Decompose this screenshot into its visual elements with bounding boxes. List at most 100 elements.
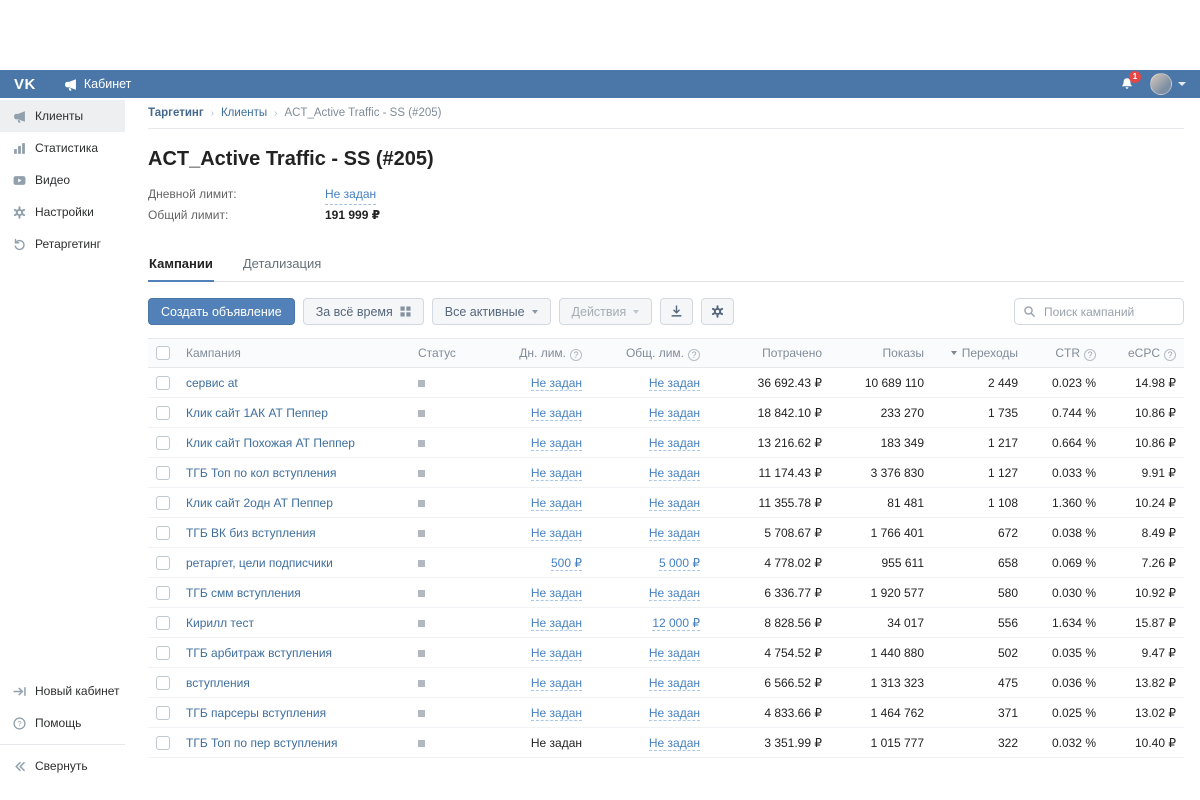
select-all-checkbox[interactable] — [156, 346, 170, 361]
total-limit-link[interactable]: Не задан — [648, 585, 700, 601]
row-select-cell — [148, 667, 178, 698]
column-header-impressions[interactable]: Показы — [830, 338, 932, 368]
ecpc-cell: 10.40 ₽ — [1104, 727, 1184, 758]
breadcrumb-item[interactable]: Таргетинг — [148, 107, 204, 119]
cabinet-nav[interactable]: Кабинет — [64, 77, 131, 91]
limit-value[interactable]: Не задан — [325, 184, 377, 205]
tab-details[interactable]: Детализация — [242, 247, 322, 281]
campaign-link[interactable]: ТГБ арбитраж вступления — [186, 646, 332, 660]
daily-limit-link[interactable]: Не задан — [530, 645, 582, 661]
total-limit-cell: Не задан — [590, 397, 708, 428]
campaign-link[interactable]: ТГБ смм вступления — [186, 586, 301, 600]
daily-limit-link[interactable]: Не задан — [530, 585, 582, 601]
campaign-link[interactable]: Клик сайт 1АК АТ Пеппер — [186, 406, 328, 420]
column-header-ctr[interactable]: CTR — [1026, 338, 1104, 368]
column-header-total_limit[interactable]: Общ. лим. — [590, 338, 708, 368]
daily-limit-link[interactable]: Не задан — [530, 675, 582, 691]
row-checkbox[interactable] — [156, 615, 170, 630]
row-checkbox[interactable] — [156, 405, 170, 420]
total-limit-link[interactable]: Не задан — [648, 675, 700, 691]
total-limit-link[interactable]: Не задан — [648, 465, 700, 481]
export-button[interactable] — [660, 298, 694, 325]
actions-dropdown[interactable]: Действия — [558, 298, 653, 325]
sidebar-item-collapse[interactable]: Свернуть — [0, 750, 125, 782]
campaign-link[interactable]: Клик сайт Похожая АТ Пеппер — [186, 436, 355, 450]
sidebar-item-help[interactable]: ? Помощь — [0, 707, 125, 739]
status-filter-dropdown[interactable]: Все активные — [431, 298, 551, 325]
column-header-clicks[interactable]: Переходы — [932, 338, 1026, 368]
row-checkbox[interactable] — [156, 465, 170, 480]
row-checkbox[interactable] — [156, 375, 170, 390]
limit-label: Дневной лимит: — [148, 187, 237, 201]
total-limit-link[interactable]: Не задан — [648, 645, 700, 661]
sort-desc-icon — [950, 351, 957, 355]
row-checkbox[interactable] — [156, 735, 170, 750]
campaign-link[interactable]: ТГБ парсеры вступления — [186, 706, 326, 720]
daily-limit-link[interactable]: Не задан — [530, 375, 582, 391]
sidebar-item-retargeting[interactable]: Ретаргетинг — [0, 228, 125, 260]
daily-limit-link[interactable]: Не задан — [530, 525, 582, 541]
campaign-link[interactable]: ТГБ Топ по пер вступления — [186, 736, 338, 750]
campaign-link[interactable]: ТГБ ВК биз вступления — [186, 526, 316, 540]
daily-limit-cell: Не задан — [490, 397, 590, 428]
total-limit-link[interactable]: 5 000 ₽ — [659, 555, 700, 571]
help-icon[interactable] — [688, 348, 700, 361]
daily-limit-link[interactable]: Не задан — [530, 705, 582, 721]
help-icon[interactable] — [1084, 348, 1096, 361]
total-limit-link[interactable]: Не задан — [648, 525, 700, 541]
help-icon[interactable] — [570, 348, 582, 361]
total-limit-link[interactable]: Не задан — [648, 405, 700, 421]
help-icon[interactable] — [1164, 348, 1176, 361]
sidebar-item-video[interactable]: Видео — [0, 164, 125, 196]
campaign-link[interactable]: ретаргет, цели подписчики — [186, 556, 333, 570]
row-checkbox[interactable] — [156, 555, 170, 570]
total-limit-link[interactable]: Не задан — [648, 435, 700, 451]
campaign-link[interactable]: сервис at — [186, 376, 238, 390]
column-header-status[interactable]: Статус — [410, 338, 490, 368]
sidebar-item-new-cabinet[interactable]: Новый кабинет — [0, 675, 125, 707]
sidebar-item-clients[interactable]: Клиенты — [0, 100, 125, 132]
table-settings-button[interactable] — [701, 298, 735, 325]
total-limit-link[interactable]: Не задан — [648, 735, 700, 751]
breadcrumb-item[interactable]: Клиенты — [221, 107, 267, 119]
double-chevron-left-icon — [13, 760, 26, 773]
profile-menu[interactable] — [1150, 73, 1186, 95]
row-checkbox[interactable] — [156, 675, 170, 690]
create-ad-button[interactable]: Создать объявление — [148, 298, 295, 325]
column-header-ecpc[interactable]: eCPC — [1104, 338, 1184, 368]
vk-logo[interactable]: VK — [14, 76, 36, 93]
total-limit-link[interactable]: Не задан — [648, 375, 700, 391]
campaign-link[interactable]: Клик сайт 2одн АТ Пеппер — [186, 496, 333, 510]
daily-limit-link[interactable]: Не задан — [530, 465, 582, 481]
row-checkbox[interactable] — [156, 525, 170, 540]
row-checkbox[interactable] — [156, 705, 170, 720]
row-checkbox[interactable] — [156, 585, 170, 600]
period-button[interactable]: За всё время — [302, 298, 424, 325]
total-limit-link[interactable]: Не задан — [648, 705, 700, 721]
daily-limit-link[interactable]: Не задан — [530, 405, 582, 421]
row-checkbox[interactable] — [156, 435, 170, 450]
total-limit-link[interactable]: 12 000 ₽ — [652, 615, 700, 631]
row-checkbox[interactable] — [156, 495, 170, 510]
campaign-cell: Клик сайт 2одн АТ Пеппер — [178, 487, 410, 518]
row-checkbox[interactable] — [156, 645, 170, 660]
impressions-cell: 34 017 — [830, 607, 932, 638]
actions-label: Действия — [571, 304, 627, 319]
sidebar-item-statistics[interactable]: Статистика — [0, 132, 125, 164]
tab-campaigns[interactable]: Кампании — [148, 247, 214, 282]
column-header-daily_limit[interactable]: Дн. лим. — [490, 338, 590, 368]
notifications-button[interactable]: 1 — [1120, 71, 1141, 91]
daily-limit-link[interactable]: Не задан — [530, 495, 582, 511]
daily-limit-link[interactable]: Не задан — [530, 615, 582, 631]
search-input[interactable] — [1042, 303, 1175, 320]
avatar — [1150, 73, 1172, 95]
total-limit-link[interactable]: Не задан — [648, 495, 700, 511]
sidebar-item-settings[interactable]: Настройки — [0, 196, 125, 228]
daily-limit-link[interactable]: Не задан — [530, 435, 582, 451]
column-header-campaign[interactable]: Кампания — [178, 338, 410, 368]
campaign-link[interactable]: Кирилл тест — [186, 616, 254, 630]
campaign-link[interactable]: ТГБ Топ по кол вступления — [186, 466, 336, 480]
daily-limit-link[interactable]: 500 ₽ — [551, 555, 582, 571]
campaign-link[interactable]: вступления — [186, 676, 250, 690]
column-header-spent[interactable]: Потрачено — [708, 338, 830, 368]
